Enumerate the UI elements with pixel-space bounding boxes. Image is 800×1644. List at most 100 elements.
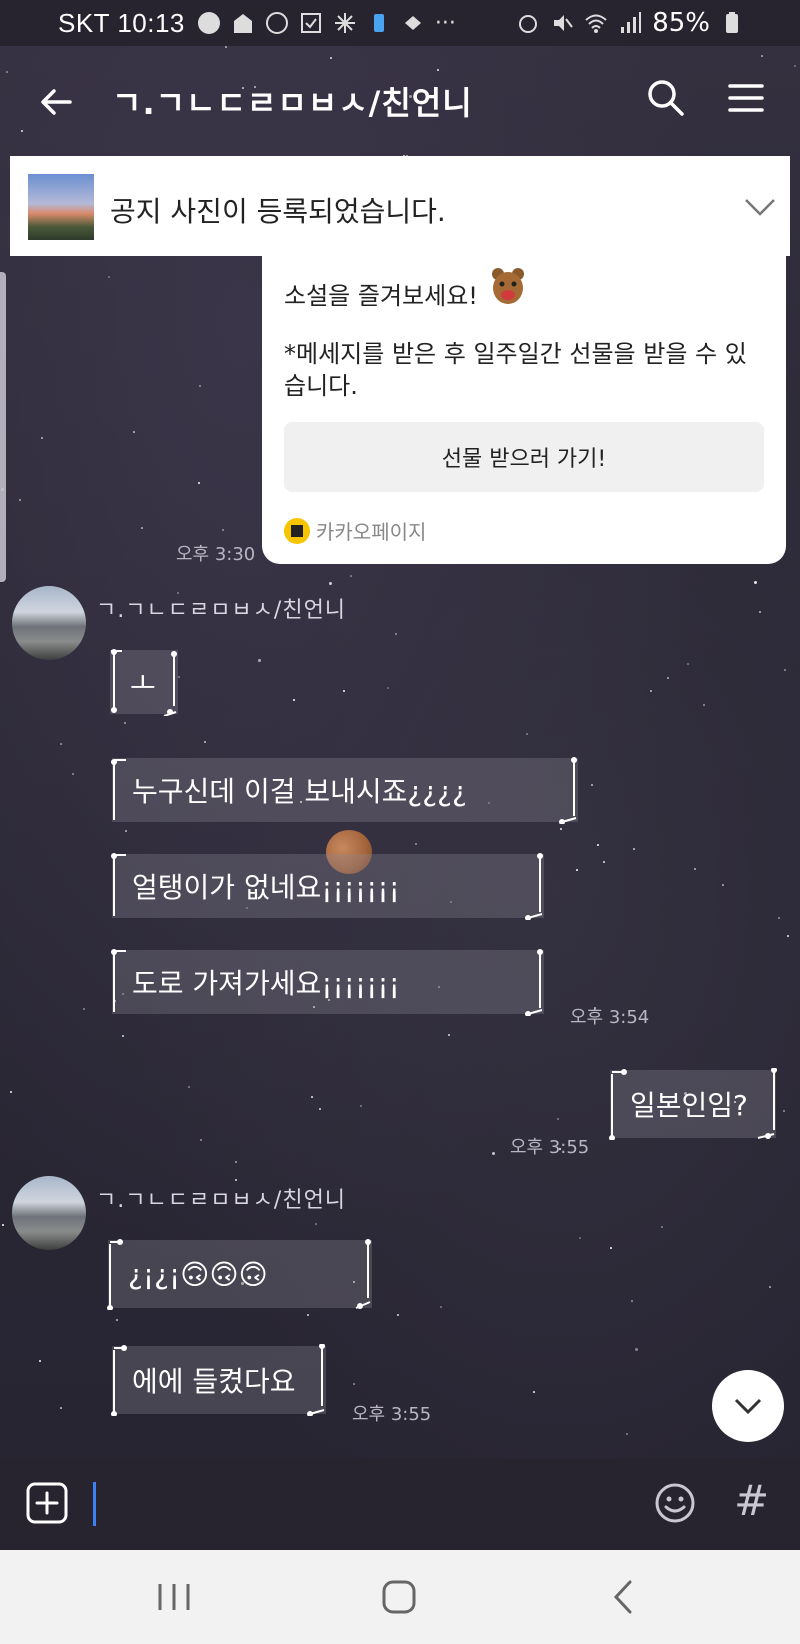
kakaopage-logo-icon [284, 517, 310, 544]
notice-banner[interactable]: 공지 사진이 등록되었습니다. [10, 156, 790, 256]
message-text: 누구신데 이걸 보내시죠¿¿¿¿ [132, 775, 467, 808]
star [610, 1247, 612, 1249]
message-bubble[interactable]: ㅗ [110, 649, 178, 716]
star [133, 431, 135, 433]
star [222, 529, 224, 531]
scroll-to-bottom-button[interactable] [712, 1370, 784, 1442]
star [783, 1110, 785, 1112]
star [10, 1091, 12, 1093]
my-message-bubble[interactable]: 일본인임? [609, 1068, 777, 1140]
message-bubble[interactable]: 얼탱이가 없네요¡¡¡¡¡¡¡ [111, 853, 544, 920]
star [198, 482, 200, 484]
star [39, 1360, 41, 1362]
star [319, 1108, 321, 1110]
star [703, 704, 705, 706]
star [395, 633, 397, 635]
star [448, 1034, 450, 1036]
star [204, 741, 206, 743]
chat-header: ㄱ.ㄱㄴㄷㄹㅁㅂㅅ/친언니 [0, 46, 800, 154]
text-caret [93, 1482, 96, 1526]
gift-button[interactable]: 선물 받으러 가기! [284, 422, 764, 492]
hashtag-button[interactable]: # [734, 1476, 769, 1525]
carrier-time: SKT 10:13 [58, 7, 185, 38]
search-icon[interactable] [646, 78, 686, 118]
promo-brand[interactable]: 카카오페이지 [284, 516, 426, 545]
avatar[interactable] [12, 1176, 86, 1250]
wifi-icon [585, 14, 607, 33]
star [579, 1237, 581, 1239]
message-text: ㅗ [130, 667, 156, 700]
talk-notification-icon [197, 12, 220, 34]
star [72, 773, 74, 775]
star [557, 1118, 559, 1120]
star [603, 861, 605, 863]
promo-card: 소설을 즐겨보세요! *메세지를 받은 후 일주일간 선물을 받을 수 있습니다… [262, 240, 786, 564]
star [2, 1224, 4, 1226]
star [83, 1008, 85, 1010]
back-button[interactable] [36, 82, 76, 122]
status-bar: SKT 10:13 ··· 85% [0, 0, 800, 46]
recent-apps-icon[interactable] [156, 1580, 192, 1614]
alarm-icon [519, 15, 538, 33]
star [787, 935, 789, 937]
message-time: 오후 3:54 [570, 1007, 650, 1028]
star [19, 499, 21, 501]
snowflake-notification-icon [334, 13, 355, 33]
message-text: 얼탱이가 없네요¡¡¡¡¡¡¡ [132, 871, 400, 904]
message-bubble[interactable]: 도로 가져가세요¡¡¡¡¡¡¡ [111, 949, 544, 1016]
star [440, 1306, 442, 1308]
star [597, 844, 599, 846]
message-bubble[interactable]: ¿¡¿¡🙃🙃🙃 [107, 1239, 372, 1310]
plus-square-icon[interactable] [26, 1482, 68, 1524]
star [633, 848, 635, 850]
star [492, 1152, 495, 1155]
star [116, 1319, 118, 1321]
star [722, 884, 724, 886]
star [199, 385, 201, 387]
star [188, 1086, 190, 1088]
more-notifications-icon: ··· [434, 10, 456, 36]
star [650, 690, 652, 692]
star [661, 1226, 663, 1228]
star [533, 1391, 535, 1393]
smiley-icon[interactable] [654, 1482, 696, 1524]
star [667, 677, 669, 679]
signal-icon [621, 12, 642, 33]
nav-back-icon[interactable] [608, 1578, 638, 1616]
star [759, 611, 761, 613]
star [124, 722, 126, 724]
notice-text: 공지 사진이 등록되었습니다. [110, 195, 446, 228]
star [122, 1035, 124, 1037]
message-bubble[interactable]: 에에 들켰다요 [111, 1344, 326, 1416]
message-text: ¿¡¿¡🙃🙃🙃 [128, 1257, 268, 1291]
sync-notification-icon [404, 16, 421, 30]
star [397, 1314, 399, 1316]
hamburger-menu-icon[interactable] [726, 78, 766, 118]
message-time: 오후 3:30 [176, 544, 256, 565]
star [60, 743, 62, 745]
check-notification-icon [300, 13, 321, 33]
star [778, 917, 780, 919]
message-bubble[interactable]: 누구신데 이걸 보내시죠¿¿¿¿ [111, 757, 578, 824]
star [353, 1383, 355, 1385]
message-input[interactable] [92, 1478, 632, 1528]
avatar[interactable] [12, 586, 86, 660]
star [258, 659, 261, 662]
star [694, 868, 696, 870]
chat-title: ㄱ.ㄱㄴㄷㄹㅁㅂㅅ/친언니 [112, 84, 473, 122]
star [200, 1139, 202, 1141]
battery-icon [726, 12, 738, 33]
star [687, 663, 689, 665]
star [631, 1300, 633, 1302]
mute-icon [554, 15, 574, 31]
star [41, 437, 43, 439]
home-notification-icon [233, 14, 252, 33]
home-icon[interactable] [380, 1578, 418, 1616]
scroll-indicator[interactable] [0, 272, 6, 582]
brand-name: 카카오페이지 [316, 520, 427, 544]
messenger-notification-icon [265, 12, 288, 34]
star [235, 1179, 237, 1181]
star [108, 276, 110, 278]
star [141, 527, 143, 529]
chevron-down-icon[interactable] [738, 184, 782, 228]
